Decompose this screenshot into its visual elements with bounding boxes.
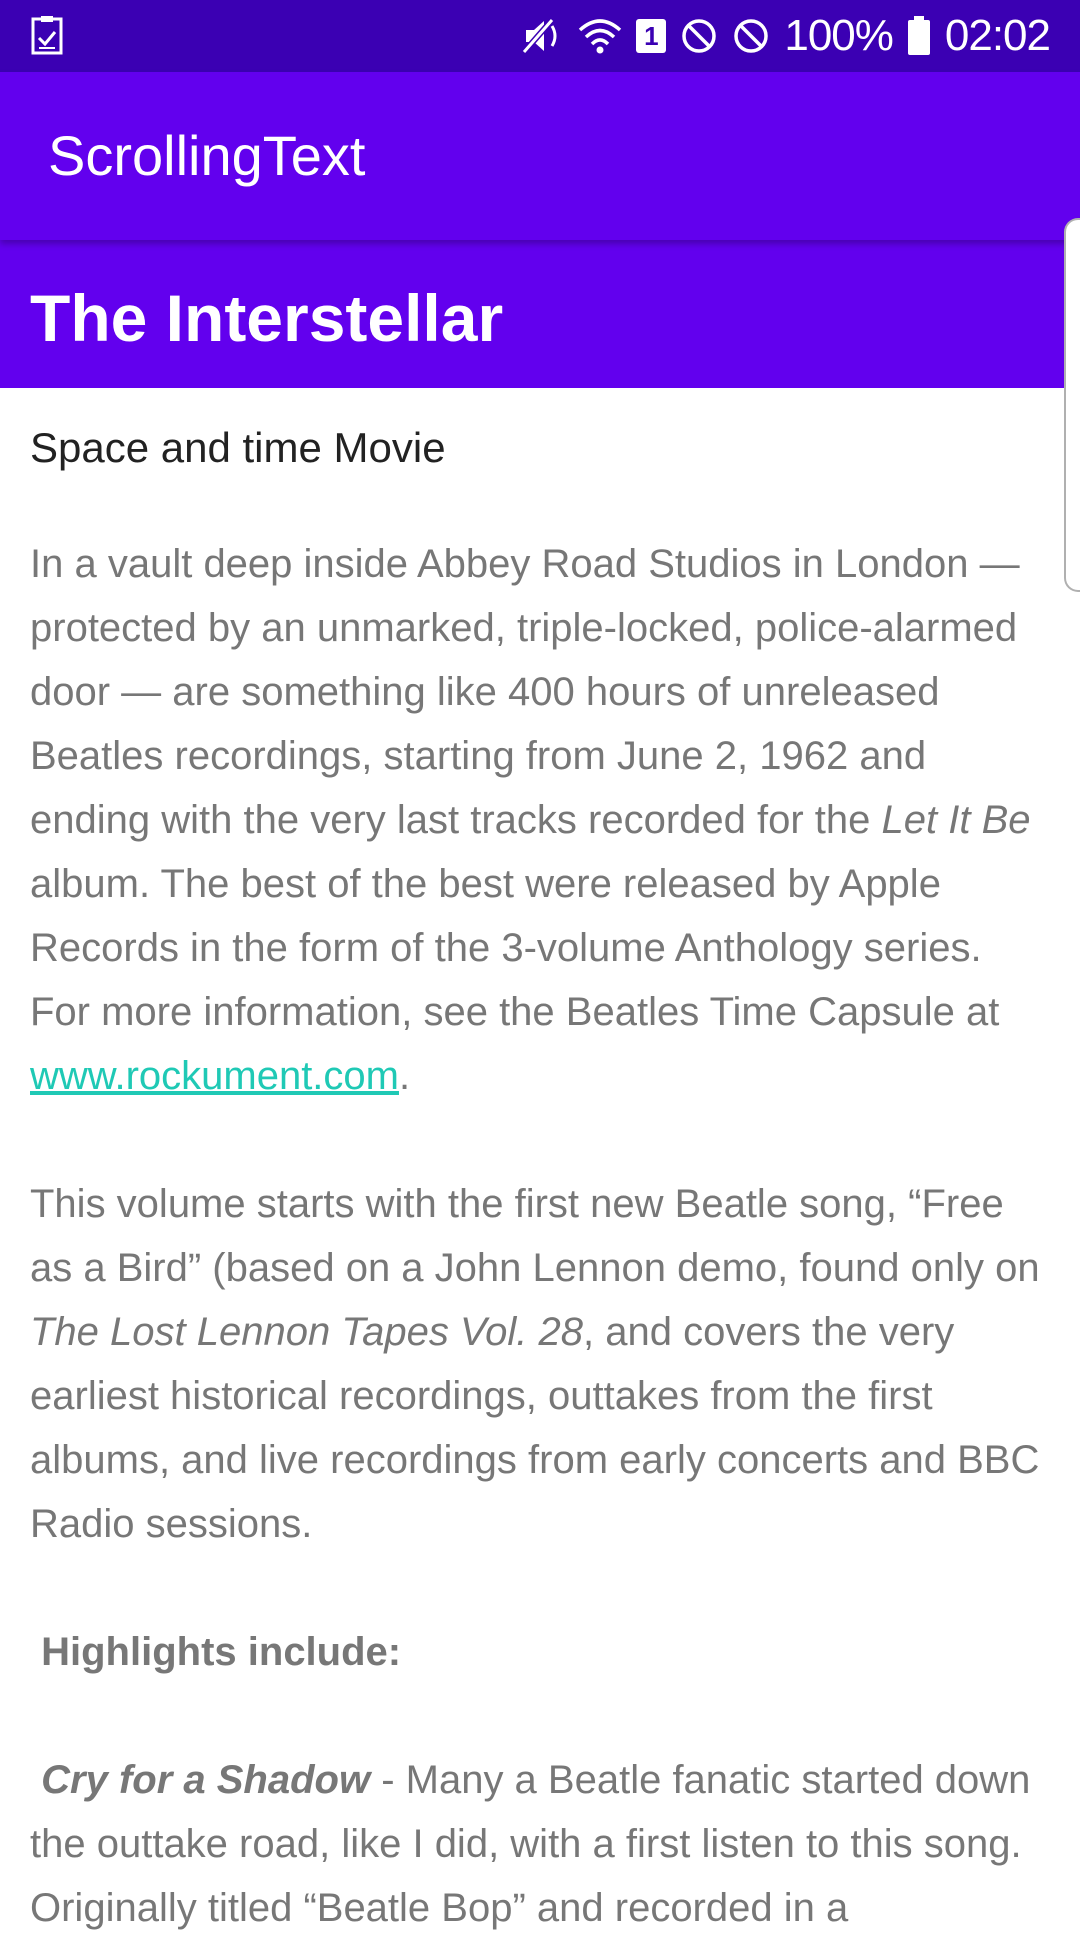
sim-icon: 1 <box>636 19 667 53</box>
article-heading: The Interstellar <box>30 281 504 355</box>
tape-title: The Lost Lennon Tapes Vol. 28 <box>30 1310 584 1354</box>
paragraph-highlight: Cry for a Shadow - Many a Beatle fanatic… <box>30 1758 1031 1930</box>
battery-icon <box>907 16 930 55</box>
clock: 02:02 <box>944 11 1051 60</box>
app-bar: ScrollingText <box>0 72 1080 240</box>
paragraph-volume: This volume starts with the first new Be… <box>30 1182 1040 1546</box>
song-title: Cry for a Shadow <box>41 1758 371 1802</box>
article-subheading: Space and time Movie <box>30 424 446 471</box>
status-icons: 1 100% 02:02 <box>522 10 1051 62</box>
paragraph-intro: In a vault deep inside Abbey Road Studio… <box>30 542 1031 1098</box>
wifi-icon <box>579 19 622 54</box>
status-bar: 1 100% 02:02 <box>0 0 1080 72</box>
heading-banner: The Interstellar <box>0 240 1080 388</box>
article-body[interactable]: In a vault deep inside Abbey Road Studio… <box>30 532 1050 1940</box>
highlights-heading: Highlights include: <box>41 1630 402 1674</box>
checklist-icon <box>31 16 63 55</box>
mute-icon <box>522 18 557 54</box>
album-title: Let It Be <box>881 798 1031 842</box>
block-icon <box>682 19 717 53</box>
block-icon <box>734 19 769 53</box>
scroll-indicator[interactable] <box>1064 218 1080 592</box>
rockument-link[interactable]: www.rockument.com <box>30 1054 399 1098</box>
battery-percentage: 100% <box>784 11 894 60</box>
app-title: ScrollingText <box>48 124 366 187</box>
